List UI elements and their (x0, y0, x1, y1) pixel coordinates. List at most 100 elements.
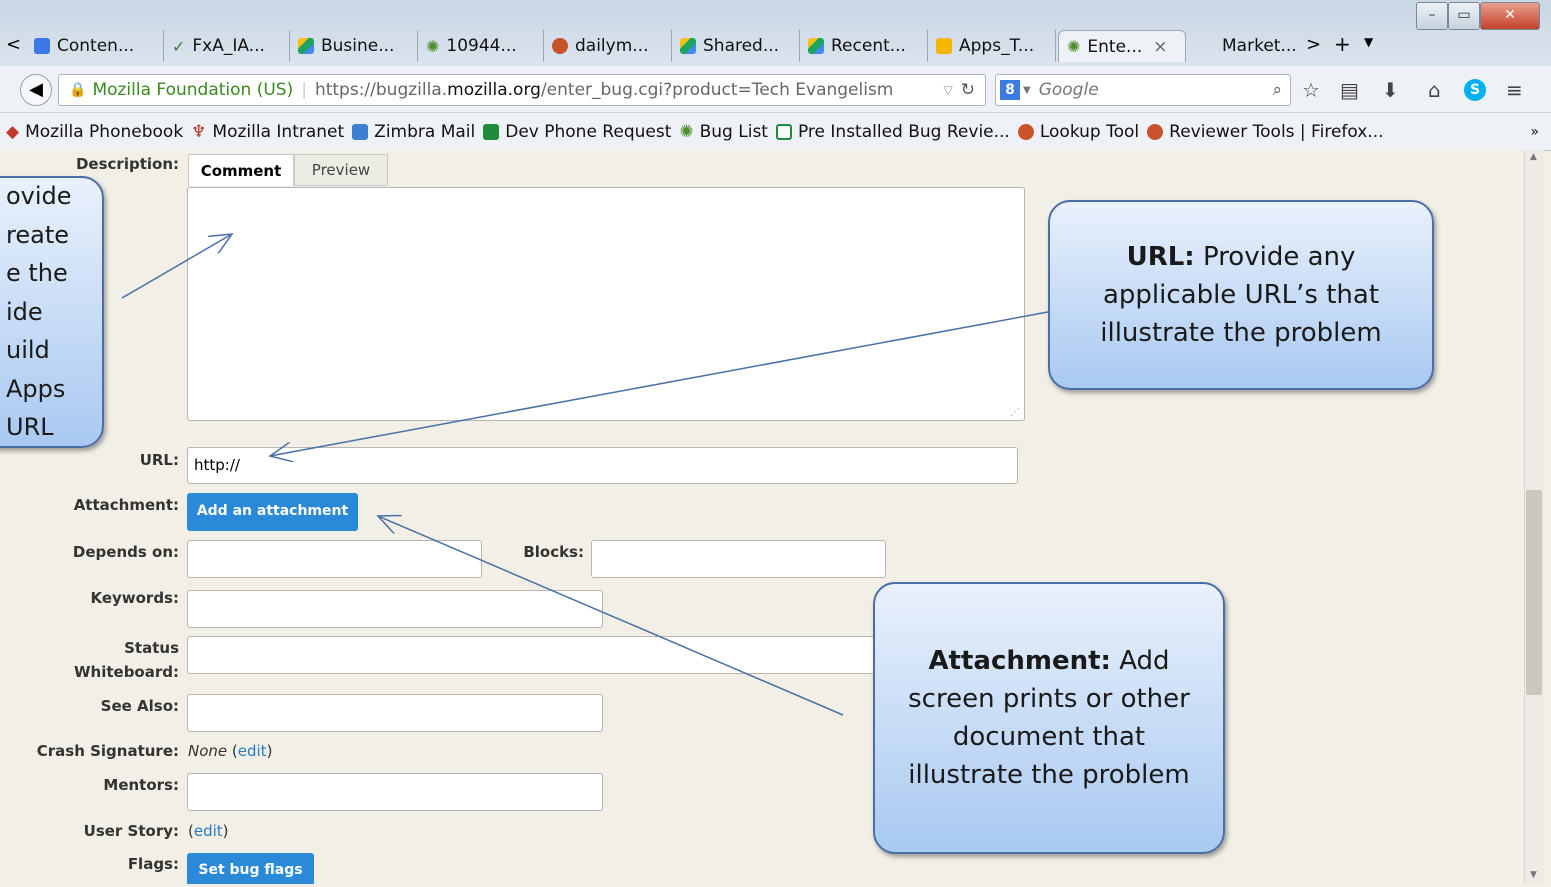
new-tab-button[interactable]: + (1334, 32, 1351, 56)
bookmark-label: Mozilla Phonebook (25, 121, 184, 142)
reload-icon[interactable]: ↻ (961, 80, 975, 100)
search-icon[interactable]: ⌕ (1272, 80, 1282, 100)
resize-handle-icon[interactable]: ⋰ (1010, 407, 1020, 418)
minimize-icon[interactable]: – (1416, 2, 1448, 30)
bookmark-item[interactable]: Reviewer Tools | Firefox... (1147, 122, 1384, 142)
bookmark-star-icon[interactable]: ☆ (1302, 78, 1320, 102)
bookmark-item[interactable]: Dev Phone Request (483, 122, 671, 142)
description-textarea[interactable]: ⋰ (187, 187, 1025, 421)
tab-label: FxA_IA... (192, 36, 265, 56)
back-arrow-icon[interactable]: ◀ (20, 74, 52, 106)
callout-line: e the (6, 259, 68, 288)
description-label: Description: (75, 155, 179, 173)
crash-signature-label: Crash Signature: (36, 742, 179, 760)
callout-line: uild (6, 336, 50, 365)
crash-signature-edit-link[interactable]: edit (238, 742, 267, 760)
see-also-label: See Also: (100, 697, 179, 715)
close-window-icon[interactable]: ✕ (1480, 2, 1540, 30)
blocks-label: Blocks: (523, 543, 584, 561)
bugzilla-icon: ✺ (1067, 37, 1081, 56)
url-label: URL: (139, 451, 179, 469)
callout-line: Apps (6, 374, 66, 403)
address-bar[interactable]: 🔒 Mozilla Foundation (US) | https://bugz… (58, 74, 986, 106)
check-icon: ✓ (172, 36, 186, 56)
callout-description-text: ovide reate e the ide uild Apps URL (6, 177, 102, 447)
tab-dailym[interactable]: dailym... (544, 30, 672, 62)
callout-url: URL: Provide any applicable URL’s that i… (1048, 200, 1434, 390)
bookmarks-toolbar: ◆ Mozilla Phonebook ♆ Mozilla Intranet Z… (0, 113, 1551, 151)
url-dropdown-icon[interactable]: ▽ (944, 83, 953, 97)
page-scrollbar[interactable]: ▲ ▼ (1524, 150, 1544, 884)
crash-signature-value: None (edit) (188, 742, 273, 760)
search-input[interactable]: Google (1039, 80, 1099, 100)
bookmark-label: Mozilla Intranet (212, 121, 345, 142)
mentors-input[interactable] (187, 773, 603, 811)
tab-bug-10944[interactable]: ✺ 10944... (418, 30, 544, 62)
tab-scroll-right-icon[interactable]: > (1306, 34, 1321, 55)
user-story-edit-link[interactable]: edit (194, 822, 223, 840)
tab-enter-bug[interactable]: ✺ Ente... × (1058, 30, 1186, 62)
bookmark-item[interactable]: Pre Installed Bug Revie... (775, 121, 1010, 142)
tab-shared[interactable]: Shared... (672, 30, 800, 62)
bookmarks-overflow-button[interactable]: » (1530, 124, 1539, 140)
set-bug-flags-button[interactable]: Set bug flags (187, 853, 314, 884)
drive-icon (808, 38, 824, 54)
url-input[interactable]: http:// (187, 447, 1018, 484)
callout-line: URL (6, 413, 54, 442)
bookmark-item[interactable]: Zimbra Mail (352, 122, 475, 142)
see-also-input[interactable] (187, 694, 603, 732)
tab-recent[interactable]: Recent... (800, 30, 928, 62)
user-story-value: (edit) (188, 822, 229, 840)
tab-apps[interactable]: Apps_T... (928, 30, 1056, 62)
form-icon (483, 123, 500, 140)
tab-label: Conten... (57, 36, 135, 56)
add-attachment-button[interactable]: Add an attachment (187, 493, 358, 531)
site-identity[interactable]: Mozilla Foundation (US) (92, 80, 293, 100)
url-domain: mozilla.org (447, 80, 541, 100)
bookmark-label: Zimbra Mail (374, 121, 476, 142)
menu-icon[interactable]: ≡ (1506, 78, 1523, 102)
home-icon[interactable]: ⌂ (1428, 78, 1441, 102)
lock-icon: 🔒 (69, 82, 87, 98)
flags-label: Flags: (127, 855, 179, 873)
bookmarks-menu-icon[interactable]: ▤ (1340, 78, 1359, 102)
scroll-thumb[interactable] (1526, 490, 1542, 695)
bookmark-label: Pre Installed Bug Revie... (797, 121, 1010, 142)
bookmark-label: Bug List (699, 121, 768, 142)
tab-label: Busine... (321, 36, 395, 56)
google-icon[interactable]: 8 (1000, 80, 1020, 100)
status-whiteboard-input[interactable] (187, 636, 887, 674)
url-prefix: https://bugzilla. (314, 80, 448, 100)
tab-fxa[interactable]: ✓ FxA_IA... (164, 30, 290, 62)
tab-scroll-left-icon[interactable]: < (6, 34, 21, 55)
bookmark-item[interactable]: ◆ Mozilla Phonebook (6, 122, 183, 142)
scroll-up-icon[interactable]: ▲ (1530, 152, 1537, 162)
search-bar[interactable]: 8 ▼ Google ⌕ (995, 74, 1291, 106)
bookmark-item[interactable]: ✺ Bug List (679, 122, 768, 142)
tab-business[interactable]: Busine... (290, 30, 418, 62)
tab-comment[interactable]: Comment (188, 154, 294, 186)
crash-signature-none: None (188, 742, 228, 760)
zimbra-icon (352, 123, 369, 140)
slides-icon (936, 38, 952, 54)
report-icon (552, 38, 568, 54)
bookmark-item[interactable]: ♆ Mozilla Intranet (191, 122, 344, 142)
maximize-icon[interactable]: ▭ (1448, 2, 1480, 30)
blocks-input[interactable] (591, 540, 886, 578)
skype-icon[interactable]: S (1464, 79, 1486, 101)
scroll-down-icon[interactable]: ▼ (1530, 870, 1537, 880)
tab-preview[interactable]: Preview (294, 154, 388, 186)
callout-url-title: URL: (1126, 242, 1195, 272)
callout-description: ovide reate e the ide uild Apps URL (0, 176, 104, 448)
intranet-icon: ♆ (191, 121, 207, 142)
bugzilla-icon: ✺ (679, 121, 694, 142)
tab-market[interactable]: Market... (1214, 30, 1306, 62)
bookmark-item[interactable]: Lookup Tool (1017, 122, 1139, 142)
chevron-down-icon[interactable]: ▼ (1023, 85, 1031, 96)
keywords-input[interactable] (187, 590, 603, 628)
tab-list-icon[interactable]: ▼ (1364, 35, 1373, 49)
depends-on-input[interactable] (187, 540, 482, 578)
tab-content[interactable]: Conten... (26, 30, 164, 62)
download-icon[interactable]: ⬇ (1382, 78, 1399, 102)
close-tab-icon[interactable]: × (1153, 37, 1167, 57)
